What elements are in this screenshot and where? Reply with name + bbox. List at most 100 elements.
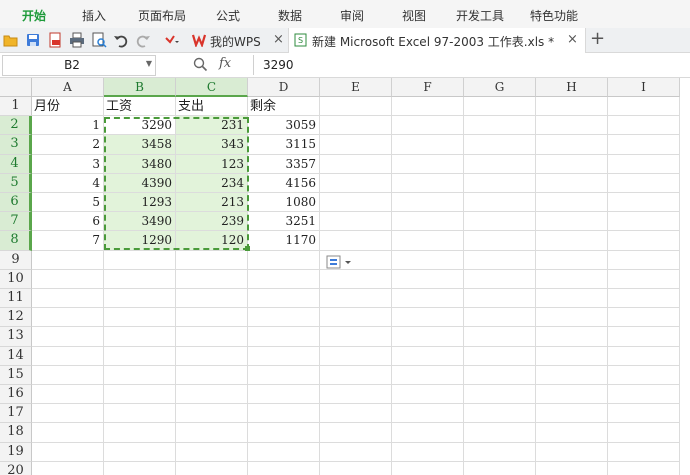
cell-e14[interactable]: [320, 346, 392, 366]
cell-b2[interactable]: 3290: [104, 116, 176, 136]
cell-d17[interactable]: [248, 404, 320, 424]
cell-g9[interactable]: [464, 250, 536, 270]
row-header-4[interactable]: 4: [0, 154, 32, 174]
cell-d5[interactable]: 4156: [248, 173, 320, 193]
tab-excel-workbook[interactable]: S 新建 Microsoft Excel 97-2003 工作表.xls * ×: [288, 28, 586, 53]
cell-e3[interactable]: [320, 135, 392, 155]
cell-g6[interactable]: [464, 193, 536, 213]
cell-f14[interactable]: [392, 346, 464, 366]
column-header-c[interactable]: C: [176, 78, 248, 97]
cell-d18[interactable]: [248, 423, 320, 443]
cell-b6[interactable]: 1293: [104, 193, 176, 213]
chevron-down-icon[interactable]: ▼: [146, 59, 152, 68]
cell-c6[interactable]: 213: [176, 193, 248, 213]
cell-e2[interactable]: [320, 116, 392, 136]
cell-f8[interactable]: [392, 231, 464, 251]
cell-i12[interactable]: [608, 308, 680, 328]
cell-g19[interactable]: [464, 442, 536, 462]
cell-a18[interactable]: [32, 423, 104, 443]
cell-f7[interactable]: [392, 212, 464, 232]
row-header-9[interactable]: 9: [0, 250, 32, 270]
row-header-5[interactable]: 5: [0, 173, 32, 193]
cell-c4[interactable]: 123: [176, 154, 248, 174]
cell-a17[interactable]: [32, 404, 104, 424]
row-header-17[interactable]: 17: [0, 404, 32, 424]
cell-h3[interactable]: [536, 135, 608, 155]
cell-i17[interactable]: [608, 404, 680, 424]
cell-a2[interactable]: 1: [32, 116, 104, 136]
cell-c15[interactable]: [176, 365, 248, 385]
cell-h16[interactable]: [536, 385, 608, 405]
cell-d12[interactable]: [248, 308, 320, 328]
cell-i19[interactable]: [608, 442, 680, 462]
column-header-e[interactable]: E: [320, 78, 392, 97]
cell-g18[interactable]: [464, 423, 536, 443]
cell-h14[interactable]: [536, 346, 608, 366]
save-icon[interactable]: [25, 32, 41, 48]
cell-a12[interactable]: [32, 308, 104, 328]
cell-g17[interactable]: [464, 404, 536, 424]
cell-h20[interactable]: [536, 461, 608, 475]
cell-h12[interactable]: [536, 308, 608, 328]
row-header-14[interactable]: 14: [0, 346, 32, 366]
print-preview-icon[interactable]: [91, 32, 107, 48]
cell-f12[interactable]: [392, 308, 464, 328]
cell-b8[interactable]: 1290: [104, 231, 176, 251]
cell-c14[interactable]: [176, 346, 248, 366]
cell-c10[interactable]: [176, 269, 248, 289]
cell-b11[interactable]: [104, 289, 176, 309]
cell-e8[interactable]: [320, 231, 392, 251]
menu-formulas-tab[interactable]: 公式: [216, 7, 240, 24]
cell-g8[interactable]: [464, 231, 536, 251]
menu-developer-tab[interactable]: 开发工具: [456, 7, 504, 24]
cell-e15[interactable]: [320, 365, 392, 385]
cell-f13[interactable]: [392, 327, 464, 347]
cell-h1[interactable]: [536, 97, 608, 117]
cell-i7[interactable]: [608, 212, 680, 232]
cell-a14[interactable]: [32, 346, 104, 366]
cell-b1[interactable]: 工资: [104, 97, 176, 117]
cell-i8[interactable]: [608, 231, 680, 251]
cell-i3[interactable]: [608, 135, 680, 155]
cell-e10[interactable]: [320, 269, 392, 289]
cell-d8[interactable]: 1170: [248, 231, 320, 251]
cell-c13[interactable]: [176, 327, 248, 347]
cell-a3[interactable]: 2: [32, 135, 104, 155]
cell-g10[interactable]: [464, 269, 536, 289]
cell-b20[interactable]: [104, 461, 176, 475]
cell-g7[interactable]: [464, 212, 536, 232]
menu-view-tab[interactable]: 视图: [402, 7, 426, 24]
cell-a10[interactable]: [32, 269, 104, 289]
cell-i15[interactable]: [608, 365, 680, 385]
cell-f6[interactable]: [392, 193, 464, 213]
cell-h5[interactable]: [536, 173, 608, 193]
cell-b19[interactable]: [104, 442, 176, 462]
cell-e16[interactable]: [320, 385, 392, 405]
row-header-6[interactable]: 6: [0, 193, 32, 213]
cell-g13[interactable]: [464, 327, 536, 347]
cell-f15[interactable]: [392, 365, 464, 385]
row-header-11[interactable]: 11: [0, 289, 32, 309]
cell-d7[interactable]: 3251: [248, 212, 320, 232]
menu-special-features-tab[interactable]: 特色功能: [530, 7, 578, 24]
cell-c2[interactable]: 231: [176, 116, 248, 136]
cell-e6[interactable]: [320, 193, 392, 213]
cell-f2[interactable]: [392, 116, 464, 136]
cell-f3[interactable]: [392, 135, 464, 155]
function-fx-icon[interactable]: fx: [219, 56, 231, 71]
cell-d6[interactable]: 1080: [248, 193, 320, 213]
more-dropdown-icon[interactable]: [163, 32, 179, 48]
row-header-8[interactable]: 8: [0, 231, 32, 251]
row-header-18[interactable]: 18: [0, 423, 32, 443]
row-header-16[interactable]: 16: [0, 385, 32, 405]
select-all-corner[interactable]: [0, 78, 32, 97]
cell-b5[interactable]: 4390: [104, 173, 176, 193]
fill-handle[interactable]: [245, 246, 250, 251]
cell-h15[interactable]: [536, 365, 608, 385]
new-tab-button[interactable]: +: [590, 28, 605, 49]
cell-c17[interactable]: [176, 404, 248, 424]
cell-i14[interactable]: [608, 346, 680, 366]
cell-d10[interactable]: [248, 269, 320, 289]
row-header-1[interactable]: 1: [0, 97, 32, 117]
column-header-i[interactable]: I: [608, 78, 680, 97]
